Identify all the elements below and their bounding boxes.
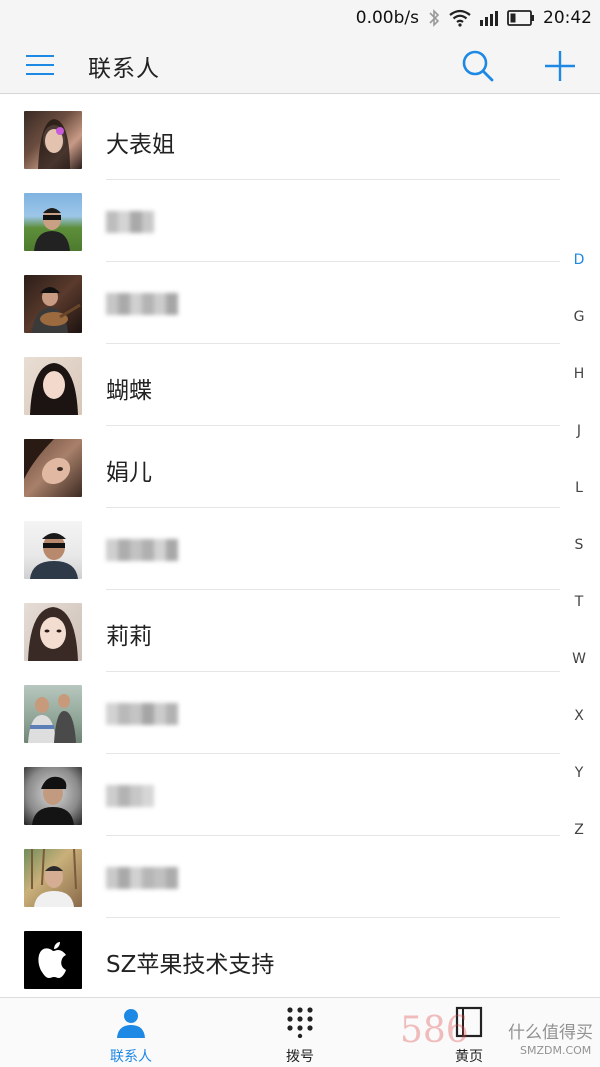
menu-button[interactable] <box>24 50 56 80</box>
signal-icon <box>479 10 499 26</box>
tab-dialer-label: 拨号 <box>286 1049 314 1065</box>
clock: 20:42 <box>543 8 592 28</box>
search-button[interactable] <box>458 46 498 86</box>
watermark-site-url: SMZDM.COM <box>520 1044 592 1057</box>
blurred-name <box>106 211 154 233</box>
watermark: 586 什么值得买 SMZDM.COM <box>400 1010 600 1066</box>
blurred-name <box>106 785 154 807</box>
contact-row[interactable] <box>0 836 560 918</box>
blurred-name <box>106 703 178 725</box>
avatar <box>24 357 82 415</box>
avatar <box>24 111 82 169</box>
contact-name: 莉莉 <box>106 624 152 650</box>
blurred-name <box>106 867 178 889</box>
page-title: 联系人 <box>88 56 160 82</box>
contact-name: 大表姐 <box>106 132 175 158</box>
wifi-icon <box>449 9 471 27</box>
index-letter[interactable]: S <box>562 537 596 553</box>
contact-row[interactable]: SZ苹果技术支持 <box>0 918 560 997</box>
contact-name: 蝴蝶 <box>106 378 152 404</box>
status-indicators: 0.00b/s 20:42 <box>356 5 592 31</box>
index-letter[interactable]: L <box>562 480 596 496</box>
hamburger-icon <box>26 55 54 75</box>
contact-row[interactable] <box>0 754 560 836</box>
contact-row[interactable]: 大表姐 <box>0 98 560 180</box>
index-letter[interactable]: Z <box>562 822 596 838</box>
contact-row[interactable] <box>0 180 560 262</box>
tab-contacts-label: 联系人 <box>110 1049 152 1065</box>
avatar <box>24 849 82 907</box>
contact-row[interactable] <box>0 508 560 590</box>
avatar <box>24 767 82 825</box>
contact-row[interactable] <box>0 262 560 344</box>
avatar <box>24 931 82 989</box>
avatar <box>24 603 82 661</box>
contact-list: 大表姐 蝴蝶 娟儿 莉莉 SZ苹果技术支持 <box>0 95 560 997</box>
blurred-name <box>106 293 178 315</box>
app-bar: 联系人 <box>0 36 600 94</box>
person-icon <box>117 1009 145 1038</box>
index-letter[interactable]: Y <box>562 765 596 781</box>
blurred-name <box>106 539 178 561</box>
avatar <box>24 193 82 251</box>
status-bar: 0.00b/s 20:42 <box>0 0 600 36</box>
tab-contacts[interactable]: 联系人 <box>71 998 191 1067</box>
search-icon <box>462 50 494 82</box>
index-letter[interactable]: D <box>562 252 596 268</box>
tab-dialer[interactable]: 拨号 <box>240 998 360 1067</box>
battery-icon <box>507 10 535 26</box>
contact-row[interactable] <box>0 672 560 754</box>
index-letter[interactable]: T <box>562 594 596 610</box>
index-letter[interactable]: J <box>562 423 596 439</box>
contact-row[interactable]: 莉莉 <box>0 590 560 672</box>
avatar <box>24 275 82 333</box>
watermark-site-name: 什么值得买 <box>508 1023 593 1043</box>
bluetooth-icon <box>427 8 441 28</box>
alphabet-index[interactable]: D G H J L S T W X Y Z <box>562 252 596 852</box>
network-speed: 0.00b/s <box>355 8 419 28</box>
watermark-number: 586 <box>400 1010 469 1051</box>
dialpad-icon <box>287 1007 313 1038</box>
apple-logo-icon <box>38 942 66 978</box>
add-contact-button[interactable] <box>540 46 580 86</box>
contact-name: SZ苹果技术支持 <box>106 952 275 978</box>
index-letter[interactable]: H <box>562 366 596 382</box>
plus-icon <box>545 51 575 81</box>
avatar <box>24 521 82 579</box>
index-letter[interactable]: W <box>562 651 596 667</box>
contact-row[interactable]: 蝴蝶 <box>0 344 560 426</box>
index-letter[interactable]: X <box>562 708 596 724</box>
avatar <box>24 685 82 743</box>
avatar <box>24 439 82 497</box>
contact-name: 娟儿 <box>106 460 152 486</box>
contact-row[interactable]: 娟儿 <box>0 426 560 508</box>
index-letter[interactable]: G <box>562 309 596 325</box>
